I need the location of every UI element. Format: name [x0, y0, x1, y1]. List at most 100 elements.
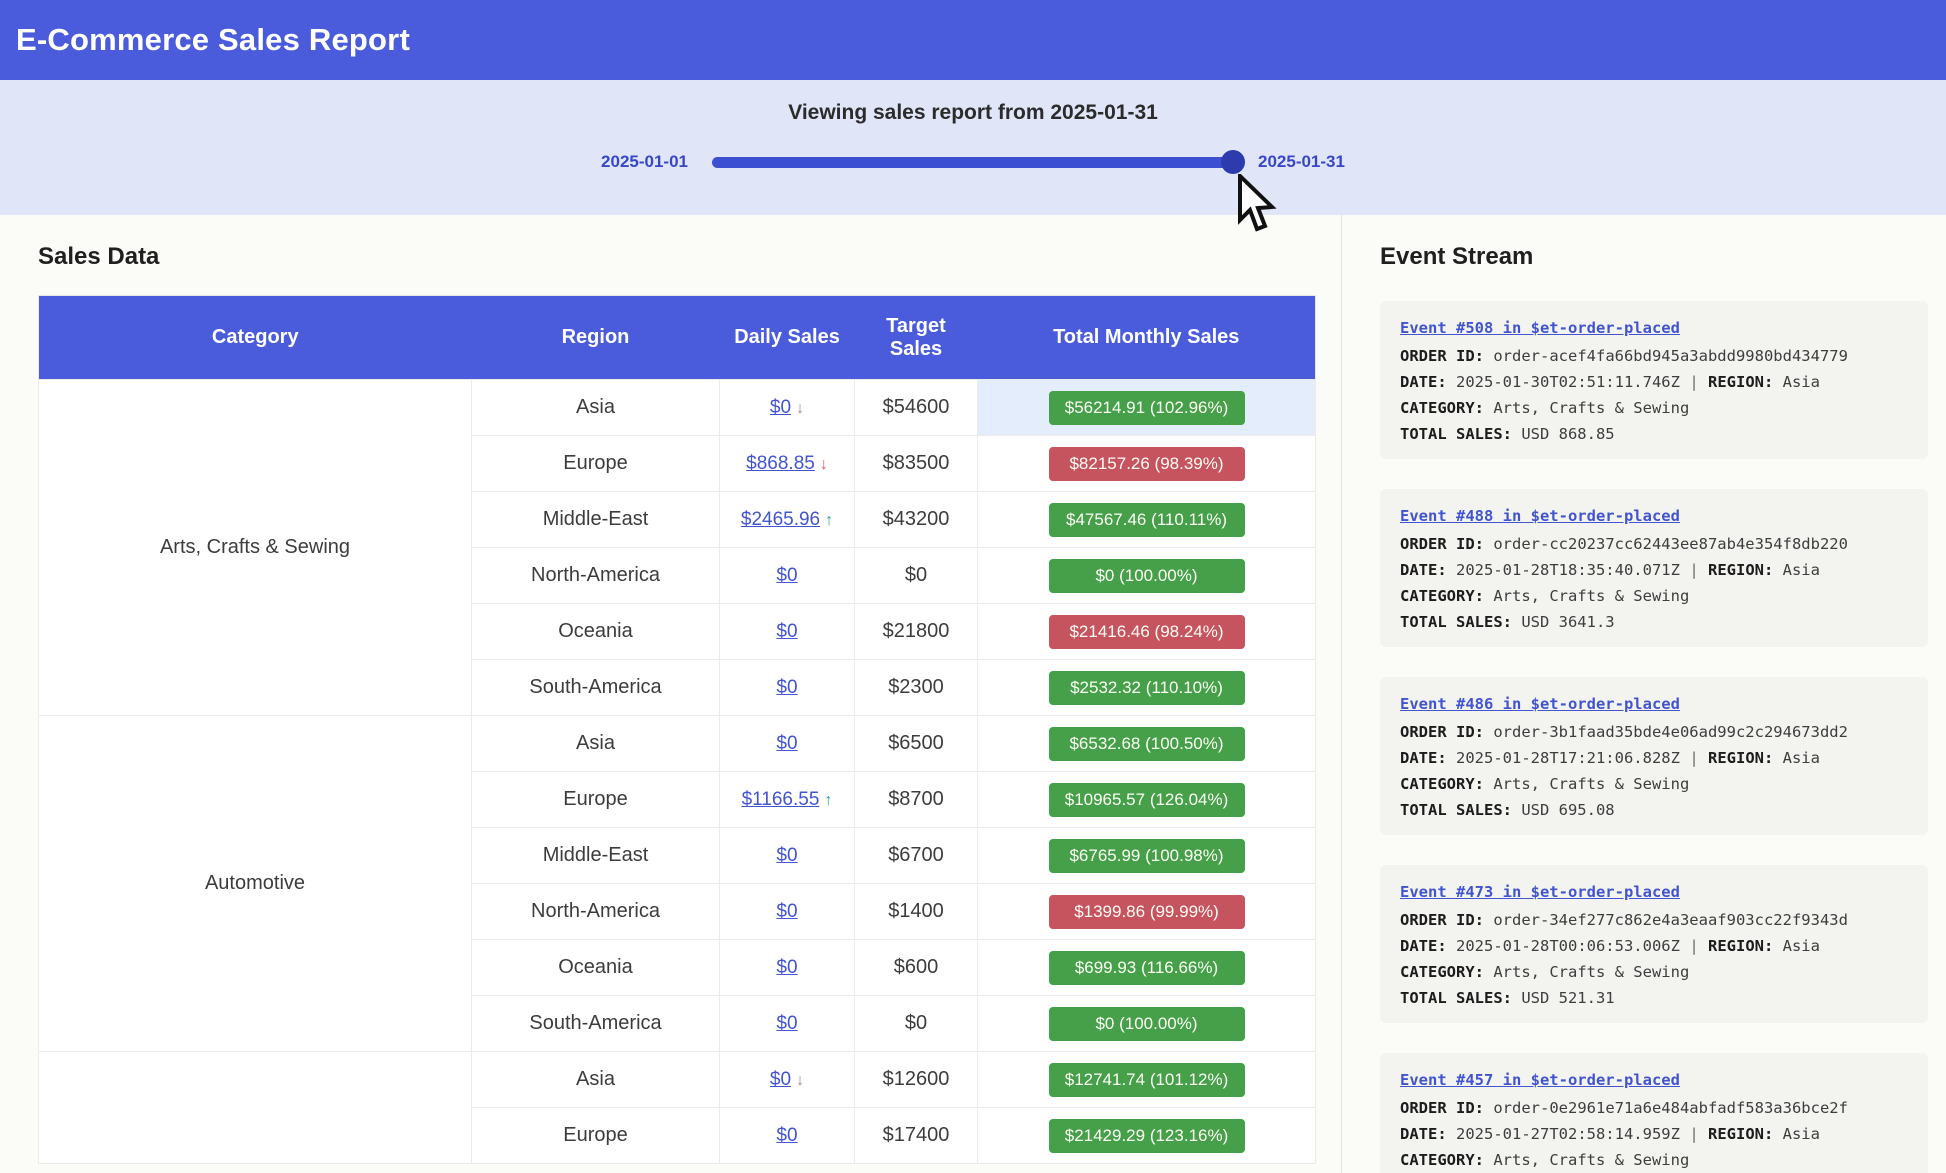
- target-sales-cell: $12600: [855, 1052, 978, 1108]
- daily-sales-cell: $0 ↓: [720, 1052, 855, 1108]
- total-sales-badge: $12741.74 (101.12%): [1049, 1063, 1245, 1097]
- event-card: Event #486 in $et-order-placedORDER ID: …: [1380, 677, 1928, 835]
- daily-sales-link[interactable]: $1166.55: [742, 789, 820, 810]
- daily-sales-link[interactable]: $0: [776, 677, 797, 698]
- event-link[interactable]: Event #508 in $et-order-placed: [1400, 315, 1680, 341]
- event-link[interactable]: Event #488 in $et-order-placed: [1400, 503, 1680, 529]
- total-sales-label: TOTAL SALES:: [1400, 801, 1512, 819]
- region-cell: Europe: [472, 436, 720, 492]
- total-sales-badge: $21416.46 (98.24%): [1049, 615, 1245, 649]
- event-detail-line: TOTAL SALES: USD 3641.3: [1400, 609, 1908, 635]
- total-sales-label: TOTAL SALES:: [1400, 989, 1512, 1007]
- daily-sales-link[interactable]: $0: [776, 733, 797, 754]
- order-id-label: ORDER ID:: [1400, 723, 1484, 741]
- region-cell: Asia: [472, 380, 720, 436]
- total-monthly-sales-cell: $10965.57 (126.04%): [978, 772, 1316, 828]
- total-sales-badge: $6765.99 (100.98%): [1049, 839, 1245, 873]
- daily-sales-cell: $1166.55↑: [720, 772, 855, 828]
- target-sales-cell: $8700: [855, 772, 978, 828]
- region-cell: Oceania: [472, 940, 720, 996]
- total-monthly-sales-cell: $0 (100.00%): [978, 548, 1316, 604]
- event-stream-heading: Event Stream: [1380, 243, 1928, 271]
- daily-sales-link[interactable]: $0: [776, 1125, 797, 1146]
- category-cell: Automotive: [39, 716, 472, 1052]
- slider-caption: Viewing sales report from 2025-01-31: [0, 101, 1946, 125]
- date-slider-thumb[interactable]: [1221, 150, 1245, 174]
- total-sales-value: USD 868.85: [1512, 425, 1615, 443]
- target-sales-cell: $6700: [855, 828, 978, 884]
- daily-sales-link[interactable]: $0: [776, 901, 797, 922]
- column-header-total-monthly-sales: Total Monthly Sales: [978, 296, 1316, 380]
- event-detail-line: ORDER ID: order-34ef277c862e4a3eaaf903cc…: [1400, 907, 1908, 933]
- daily-sales-cell: $0: [720, 884, 855, 940]
- total-sales-badge: $6532.68 (100.50%): [1049, 727, 1245, 761]
- order-id-label: ORDER ID:: [1400, 347, 1484, 365]
- event-detail-line: TOTAL SALES: USD 695.08: [1400, 797, 1908, 823]
- event-detail-line: CATEGORY: Arts, Crafts & Sewing: [1400, 1147, 1908, 1173]
- total-sales-badge: $21429.29 (123.16%): [1049, 1119, 1245, 1153]
- event-detail-line: DATE: 2025-01-28T00:06:53.006Z | REGION:…: [1400, 933, 1908, 959]
- daily-sales-link[interactable]: $2465.96: [741, 509, 820, 530]
- region-cell: Asia: [472, 1052, 720, 1108]
- page-title: E-Commerce Sales Report: [16, 22, 410, 58]
- up-arrow-icon: ↑: [825, 512, 833, 529]
- event-detail-line: DATE: 2025-01-30T02:51:11.746Z | REGION:…: [1400, 369, 1908, 395]
- separator: |: [1689, 749, 1698, 767]
- event-list: Event #508 in $et-order-placed ORDER ID: …: [1380, 301, 1928, 1173]
- daily-sales-link[interactable]: $0: [776, 845, 797, 866]
- event-detail-line: TOTAL SALES: USD 868.85: [1400, 421, 1908, 447]
- daily-sales-link[interactable]: $0: [776, 621, 797, 642]
- content-area: Sales Data Category Region Daily Sales T…: [0, 215, 1946, 1173]
- daily-sales-cell: $0: [720, 996, 855, 1052]
- region-cell: Asia: [472, 716, 720, 772]
- region-cell: South-America: [472, 996, 720, 1052]
- region-cell: North-America: [472, 548, 720, 604]
- event-link[interactable]: Event #473 in $et-order-placed: [1400, 879, 1680, 905]
- daily-sales-link[interactable]: $868.85: [746, 453, 815, 474]
- event-detail-line: CATEGORY: Arts, Crafts & Sewing: [1400, 395, 1908, 421]
- total-sales-badge: $0 (100.00%): [1049, 559, 1245, 593]
- region-label: REGION:: [1699, 749, 1774, 767]
- region-value: Asia: [1773, 1125, 1820, 1143]
- down-arrow-icon: ↓: [796, 1072, 804, 1089]
- total-monthly-sales-cell: $12741.74 (101.12%): [978, 1052, 1316, 1108]
- region-cell: North-America: [472, 884, 720, 940]
- daily-sales-cell: $0↓: [720, 380, 855, 436]
- daily-sales-cell: $0: [720, 548, 855, 604]
- daily-sales-link[interactable]: $0: [770, 1069, 791, 1090]
- region-label: REGION:: [1699, 373, 1774, 391]
- event-detail-line: CATEGORY: Arts, Crafts & Sewing: [1400, 959, 1908, 985]
- category-label: CATEGORY:: [1400, 587, 1484, 605]
- category-cell: Arts, Crafts & Sewing: [39, 380, 472, 716]
- category-value: Arts, Crafts & Sewing: [1484, 1151, 1689, 1169]
- daily-sales-link[interactable]: $0: [770, 397, 791, 418]
- column-header-daily-sales: Daily Sales: [720, 296, 855, 380]
- sales-data-panel: Sales Data Category Region Daily Sales T…: [0, 215, 1341, 1173]
- slider-min-label: 2025-01-01: [601, 152, 688, 172]
- target-sales-cell: $17400: [855, 1108, 978, 1164]
- date-value: 2025-01-28T18:35:40.071Z: [1447, 561, 1690, 579]
- sales-table-header: Category Region Daily Sales Target Sales…: [39, 296, 1316, 380]
- event-link[interactable]: Event #486 in $et-order-placed: [1400, 691, 1680, 717]
- date-value: 2025-01-28T17:21:06.828Z: [1447, 749, 1690, 767]
- daily-sales-link[interactable]: $0: [776, 957, 797, 978]
- daily-sales-link[interactable]: $0: [776, 565, 797, 586]
- order-id-label: ORDER ID:: [1400, 535, 1484, 553]
- category-value: Arts, Crafts & Sewing: [1484, 587, 1689, 605]
- slider-max-label: 2025-01-31: [1258, 152, 1345, 172]
- target-sales-cell: $1400: [855, 884, 978, 940]
- event-detail-line: DATE: 2025-01-28T18:35:40.071Z | REGION:…: [1400, 557, 1908, 583]
- daily-sales-link[interactable]: $0: [776, 1013, 797, 1034]
- order-id-value: order-acef4fa66bd945a3abdd9980bd434779: [1484, 347, 1848, 365]
- sales-table: Category Region Daily Sales Target Sales…: [38, 295, 1316, 1164]
- column-header-category: Category: [39, 296, 472, 380]
- order-id-value: order-0e2961e71a6e484abfadf583a36bce2f: [1484, 1099, 1848, 1117]
- target-sales-cell: $43200: [855, 492, 978, 548]
- event-detail-line: ORDER ID: order-0e2961e71a6e484abfadf583…: [1400, 1095, 1908, 1121]
- total-sales-badge: $82157.26 (98.39%): [1049, 447, 1245, 481]
- region-value: Asia: [1773, 749, 1820, 767]
- event-link[interactable]: Event #457 in $et-order-placed: [1400, 1067, 1680, 1093]
- daily-sales-cell: $0: [720, 940, 855, 996]
- date-slider[interactable]: [712, 157, 1234, 168]
- total-sales-badge: $10965.57 (126.04%): [1049, 783, 1245, 817]
